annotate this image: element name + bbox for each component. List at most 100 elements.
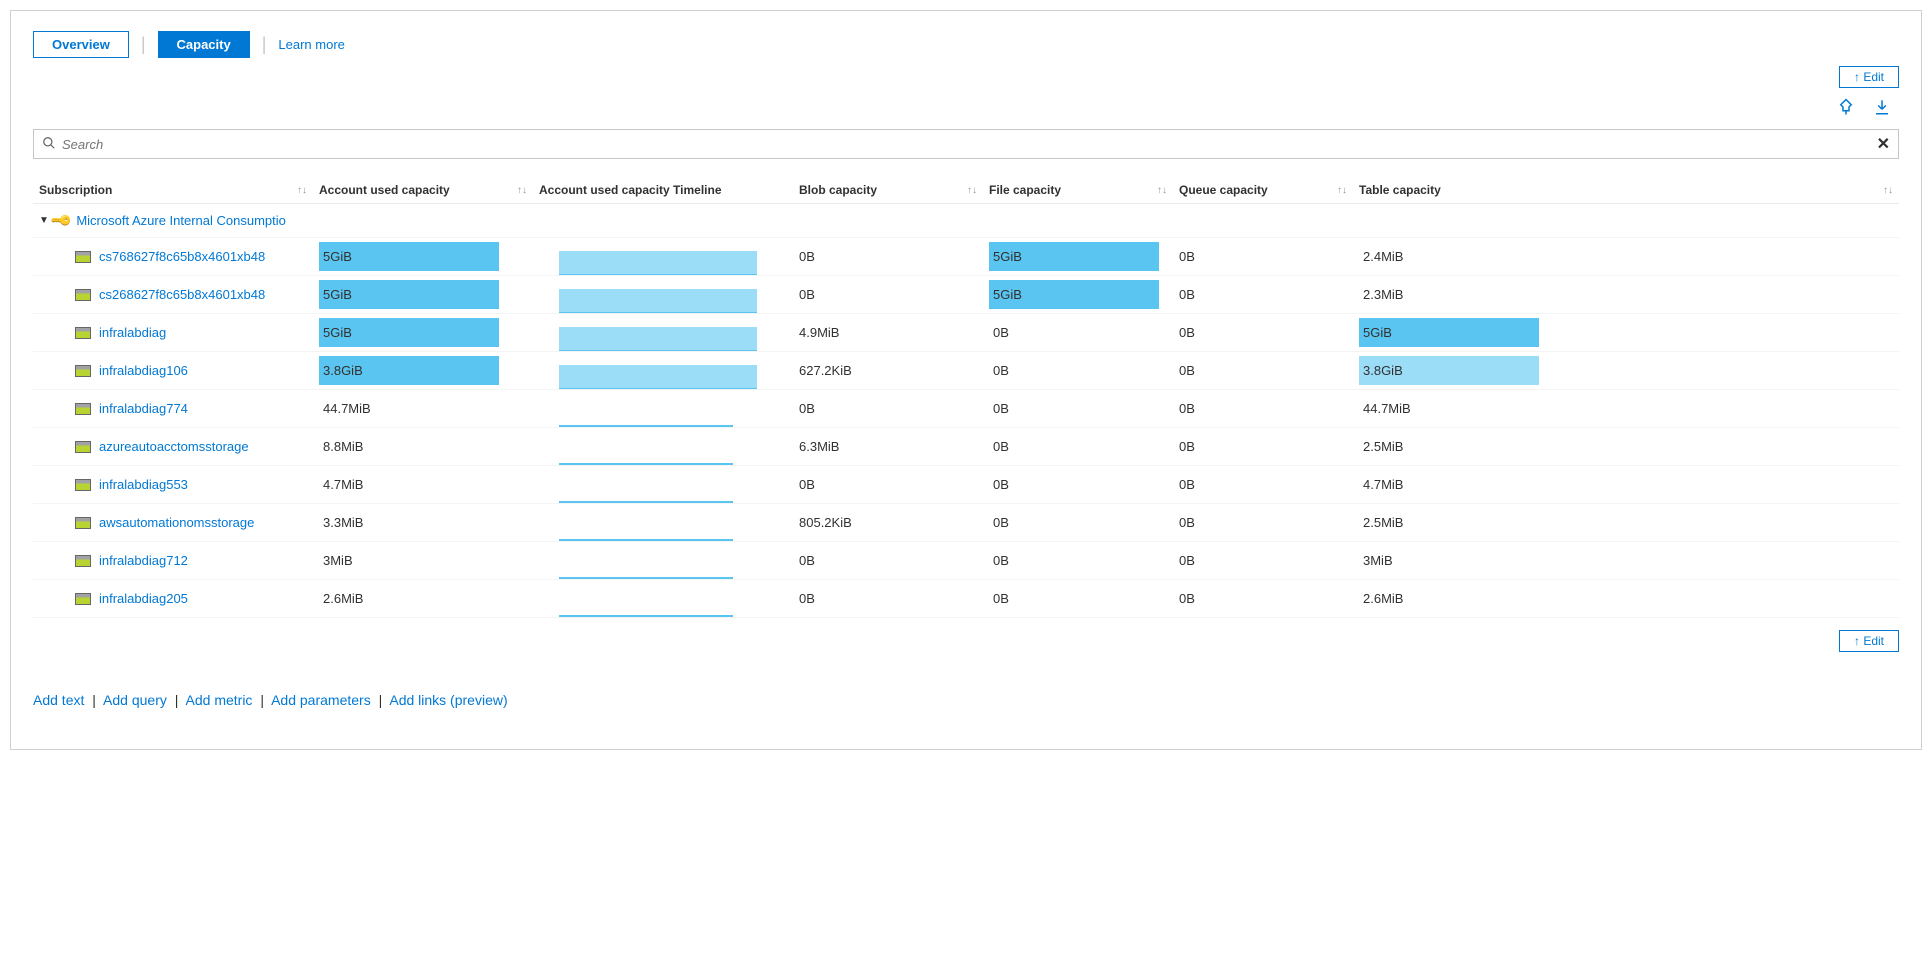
storage-account-icon [75, 289, 91, 301]
table-row[interactable]: cs268627f8c65b8x4601xb485GiB0B5GiB0B2.3M… [33, 276, 1899, 314]
blob-capacity-value: 0B [799, 553, 815, 568]
storage-account-link[interactable]: azureautoacctomsstorage [99, 439, 249, 454]
tab-divider: | [141, 34, 146, 55]
col-timeline[interactable]: Account used capacity Timeline [539, 183, 722, 197]
toolbar-icons [33, 98, 1899, 121]
capacity-grid: Subscription ↑↓ Account used capacity ↑↓ A… [33, 177, 1899, 618]
table-row[interactable]: cs768627f8c65b8x4601xb485GiB0B5GiB0B2.4M… [33, 238, 1899, 276]
timeline-sparkline [533, 542, 793, 579]
blob-capacity-value: 0B [799, 401, 815, 416]
file-capacity-value: 0B [989, 553, 1009, 568]
tab-capacity[interactable]: Capacity [158, 31, 250, 58]
used-capacity-value: 5GiB [319, 249, 352, 264]
storage-account-link[interactable]: cs268627f8c65b8x4601xb48 [99, 287, 265, 302]
sort-icon[interactable]: ↑↓ [517, 185, 527, 196]
storage-account-link[interactable]: infralabdiag712 [99, 553, 188, 568]
queue-capacity-value: 0B [1179, 325, 1195, 340]
storage-account-link[interactable]: awsautomationomsstorage [99, 515, 254, 530]
add-query-link[interactable]: Add query [103, 692, 167, 708]
file-capacity-value: 5GiB [989, 287, 1022, 302]
subscription-group-row[interactable]: ▼ 🔑 Microsoft Azure Internal Consumptio [33, 204, 1899, 238]
search-box[interactable]: ✕ [33, 129, 1899, 159]
timeline-sparkline [533, 352, 793, 389]
storage-account-link[interactable]: infralabdiag553 [99, 477, 188, 492]
storage-account-icon [75, 517, 91, 529]
search-input[interactable] [62, 137, 1877, 152]
table-row[interactable]: infralabdiag1063.8GiB627.2KiB0B0B3.8GiB [33, 352, 1899, 390]
table-capacity-value: 2.4MiB [1359, 249, 1403, 264]
storage-account-icon [75, 555, 91, 567]
tab-overview[interactable]: Overview [33, 31, 129, 58]
edit-button-top[interactable]: ↑ Edit [1839, 66, 1899, 88]
blob-capacity-value: 4.9MiB [799, 325, 839, 340]
used-capacity-value: 5GiB [319, 287, 352, 302]
table-row[interactable]: infralabdiag77444.7MiB0B0B0B44.7MiB [33, 390, 1899, 428]
storage-account-link[interactable]: cs768627f8c65b8x4601xb48 [99, 249, 265, 264]
file-capacity-value: 0B [989, 515, 1009, 530]
storage-account-icon [75, 441, 91, 453]
queue-capacity-value: 0B [1179, 363, 1195, 378]
table-capacity-value: 4.7MiB [1359, 477, 1403, 492]
sort-icon[interactable]: ↑↓ [297, 185, 307, 196]
used-capacity-value: 3.3MiB [319, 515, 363, 530]
tab-divider: | [262, 34, 267, 55]
used-capacity-value: 5GiB [319, 325, 352, 340]
sort-icon[interactable]: ↑↓ [967, 185, 977, 196]
sort-icon[interactable]: ↑↓ [1157, 185, 1167, 196]
add-parameters-link[interactable]: Add parameters [271, 692, 371, 708]
storage-account-icon [75, 593, 91, 605]
col-file[interactable]: File capacity [989, 183, 1061, 197]
col-queue[interactable]: Queue capacity [1179, 183, 1268, 197]
download-icon[interactable] [1873, 98, 1891, 121]
table-row[interactable]: infralabdiag2052.6MiB0B0B0B2.6MiB [33, 580, 1899, 618]
queue-capacity-value: 0B [1179, 477, 1195, 492]
blob-capacity-value: 0B [799, 249, 815, 264]
col-blob[interactable]: Blob capacity [799, 183, 877, 197]
timeline-sparkline [533, 580, 793, 617]
table-row[interactable]: azureautoacctomsstorage8.8MiB6.3MiB0B0B2… [33, 428, 1899, 466]
learn-more-link[interactable]: Learn more [278, 37, 344, 52]
table-row[interactable]: awsautomationomsstorage3.3MiB805.2KiB0B0… [33, 504, 1899, 542]
add-metric-link[interactable]: Add metric [186, 692, 253, 708]
tab-bar: Overview | Capacity | Learn more [33, 31, 1899, 58]
storage-account-link[interactable]: infralabdiag205 [99, 591, 188, 606]
blob-capacity-value: 805.2KiB [799, 515, 852, 530]
file-capacity-value: 0B [989, 591, 1009, 606]
timeline-sparkline [533, 390, 793, 427]
close-icon[interactable]: ✕ [1877, 134, 1890, 154]
col-used[interactable]: Account used capacity [319, 183, 450, 197]
add-text-link[interactable]: Add text [33, 692, 84, 708]
file-capacity-value: 0B [989, 325, 1009, 340]
used-capacity-value: 3MiB [319, 553, 353, 568]
edit-button-bottom[interactable]: ↑ Edit [1839, 630, 1899, 652]
file-capacity-value: 0B [989, 439, 1009, 454]
timeline-sparkline [533, 428, 793, 465]
table-row[interactable]: infralabdiag5GiB4.9MiB0B0B5GiB [33, 314, 1899, 352]
storage-account-link[interactable]: infralabdiag774 [99, 401, 188, 416]
add-links-link[interactable]: Add links (preview) [389, 692, 507, 708]
used-capacity-value: 44.7MiB [319, 401, 371, 416]
storage-account-link[interactable]: infralabdiag106 [99, 363, 188, 378]
file-capacity-value: 0B [989, 477, 1009, 492]
blob-capacity-value: 6.3MiB [799, 439, 839, 454]
col-subscription[interactable]: Subscription [39, 183, 112, 197]
table-row[interactable]: infralabdiag7123MiB0B0B0B3MiB [33, 542, 1899, 580]
workbook-panel: Overview | Capacity | Learn more ↑ Edit … [10, 10, 1922, 750]
sort-icon[interactable]: ↑↓ [1883, 185, 1893, 196]
col-table[interactable]: Table capacity [1359, 183, 1441, 197]
table-capacity-value: 44.7MiB [1359, 401, 1411, 416]
subscription-name[interactable]: Microsoft Azure Internal Consumptio [76, 213, 286, 228]
storage-account-icon [75, 251, 91, 263]
file-capacity-value: 5GiB [989, 249, 1022, 264]
table-row[interactable]: infralabdiag5534.7MiB0B0B0B4.7MiB [33, 466, 1899, 504]
used-capacity-value: 2.6MiB [319, 591, 363, 606]
sort-icon[interactable]: ↑↓ [1337, 185, 1347, 196]
search-icon [42, 136, 56, 153]
used-capacity-value: 3.8GiB [319, 363, 363, 378]
table-capacity-value: 2.3MiB [1359, 287, 1403, 302]
file-capacity-value: 0B [989, 363, 1009, 378]
chevron-down-icon[interactable]: ▼ [39, 215, 49, 226]
footer-actions: Add text | Add query | Add metric | Add … [33, 692, 1899, 708]
storage-account-link[interactable]: infralabdiag [99, 325, 166, 340]
pin-icon[interactable] [1837, 98, 1855, 121]
